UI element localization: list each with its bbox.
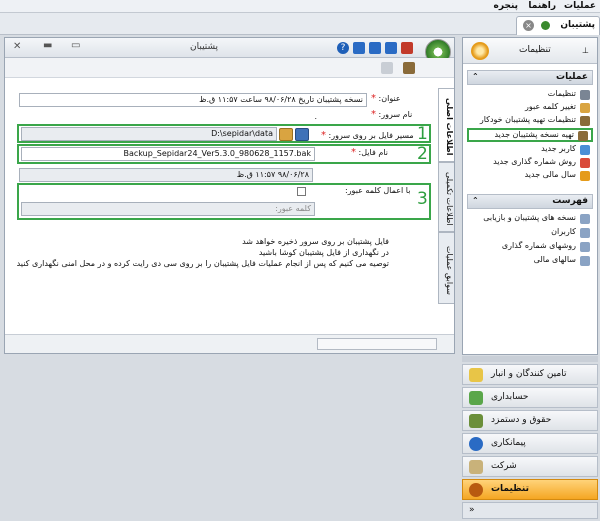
panel-item-new-user[interactable]: کاربر جدید [467, 144, 593, 156]
key-icon [580, 103, 590, 113]
nav-contracting[interactable]: پیمانکاری [462, 433, 598, 454]
user-icon [580, 145, 590, 155]
save-close-icon[interactable] [385, 42, 397, 54]
section-header-operations[interactable]: عملیات ⌃ [467, 70, 593, 85]
settings-gear-icon [469, 483, 483, 497]
help-icon[interactable]: ? [337, 42, 349, 54]
list-icon [580, 214, 590, 224]
settings-panel: ⊥ تنظیمات عملیات ⌃ تنظیمات تغییر کلمه عب… [462, 37, 598, 355]
server-input[interactable]: . [19, 110, 321, 124]
datetime-display: ۹۸/۰۶/۲۸ ۱۱:۵۷ ق.ظ [19, 168, 313, 182]
settings-gear-icon [471, 42, 489, 60]
settings-panel-title: تنظیمات [519, 45, 551, 55]
nav-accounting[interactable]: حسابداری [462, 387, 598, 408]
settings-panel-header: ⊥ تنظیمات [463, 38, 597, 64]
panel-item-settings[interactable]: تنظیمات [467, 89, 593, 101]
accounting-icon [469, 391, 483, 405]
close-tab-icon[interactable]: × [523, 20, 534, 31]
annotation-number-2: 2 [417, 144, 428, 164]
chevron-down-icon[interactable]: » [469, 505, 475, 515]
window-title: پشتیبان [190, 42, 219, 52]
backup-tool-icon[interactable] [403, 62, 415, 74]
window-titlebar: ✕ ▬ ▭ پشتیبان ? [5, 38, 454, 65]
close-window-icon[interactable]: ✕ [13, 41, 21, 52]
panel-item-new-fiscal-year[interactable]: سال مالی جدید [467, 170, 593, 182]
window-statusbar [5, 334, 454, 353]
nav-suppliers-inventory[interactable]: تامین کنندگان و انبار [462, 364, 598, 385]
nav-settings[interactable]: تنظیمات [462, 479, 598, 500]
list-icon [580, 256, 590, 266]
panel-item-backups-list[interactable]: نسخه های پشتیبان و بازیابی [467, 213, 593, 225]
tab-main-info[interactable]: اطلاعات اصلی [438, 88, 454, 162]
save-new-icon[interactable] [369, 42, 381, 54]
menu-bar: عملیات راهنما پنجره [0, 0, 600, 13]
note-line: در نگهداری از فایل پشتیبان کوشا باشید [258, 248, 389, 257]
server-label: نام سرور: * [371, 109, 413, 120]
list-icon [580, 242, 590, 252]
suppliers-icon [469, 368, 483, 382]
section-title-operations: عملیات [556, 72, 588, 82]
nav-overflow-bar: » [462, 502, 598, 519]
tools-icon [580, 90, 590, 100]
section-title-list: فهرست [552, 196, 588, 206]
annotation-box-3 [17, 183, 431, 220]
calendar-icon [580, 171, 590, 181]
title-label: عنوان: * [371, 93, 401, 104]
auto-backup-icon [580, 116, 590, 126]
contracting-icon [469, 437, 483, 451]
window-toolbar [5, 58, 454, 78]
menu-item-help[interactable]: راهنما [528, 1, 556, 11]
menu-item-window[interactable]: پنجره [494, 1, 518, 11]
save-icon[interactable] [353, 42, 365, 54]
document-tab-backup[interactable]: پشتیبان × [516, 16, 600, 35]
annotation-box-1 [17, 124, 431, 143]
panel-item-numbering-methods-list[interactable]: روشهای شماره گذاری [467, 241, 593, 253]
note-line: فایل پشتیبان بر روی سرور ذخیره خواهد شد [242, 237, 389, 246]
panel-item-auto-backup-settings[interactable]: تنظیمات تهیه پشتیبان خودکار [467, 115, 593, 127]
notes-block: فایل پشتیبان بر روی سرور ذخیره خواهد شد … [16, 236, 389, 269]
panel-item-new-backup[interactable]: تهیه نسخه پشتیبان جدید [467, 128, 593, 142]
nav-company[interactable]: شرکت [462, 456, 598, 477]
pin-icon[interactable]: ⊥ [582, 46, 589, 55]
numbering-icon [580, 158, 590, 168]
note-line: توصیه می کنیم که پس از انجام عملیات فایل… [16, 259, 389, 268]
tab-operation-history[interactable]: سوابق عملیات [438, 232, 454, 304]
menu-item-operations[interactable]: عملیات [564, 1, 596, 11]
annotation-number-3: 3 [417, 189, 428, 209]
minimize-window-icon[interactable]: ▬ [43, 40, 52, 51]
status-field [317, 338, 437, 350]
restore-window-icon[interactable]: ▭ [71, 40, 80, 51]
section-header-list[interactable]: فهرست ⌃ [467, 194, 593, 209]
backup-icon [578, 131, 588, 141]
annotation-box-2 [17, 144, 431, 164]
list-icon [580, 228, 590, 238]
document-tab-strip: پشتیبان × [0, 13, 600, 35]
backup-window: ✕ ▬ ▭ پشتیبان ? نسخه پشتیبان تاریخ ۹۸/۰۶… [4, 37, 455, 354]
collapse-icon[interactable]: ⌃ [472, 72, 479, 81]
company-icon [469, 460, 483, 474]
collapse-icon[interactable]: ⌃ [472, 196, 479, 205]
panel-item-users-list[interactable]: کاربران [467, 227, 593, 239]
panel-splitter[interactable] [462, 356, 598, 362]
refresh-icon[interactable] [381, 62, 393, 74]
annotation-number-1: 1 [417, 124, 428, 144]
title-input[interactable]: نسخه پشتیبان تاریخ ۹۸/۰۶/۲۸ ساعت ۱۱:۵۷ ق… [19, 93, 367, 107]
panel-item-new-numbering-method[interactable]: روش شماره گذاری جدید [467, 157, 593, 169]
panel-item-change-password[interactable]: تغییر کلمه عبور [467, 102, 593, 114]
delete-icon[interactable] [401, 42, 413, 54]
backup-icon [541, 21, 550, 30]
payroll-icon [469, 414, 483, 428]
tab-additional-info[interactable]: اطلاعات تکمیلی [438, 162, 454, 232]
panel-item-fiscal-years-list[interactable]: سالهای مالی [467, 255, 593, 267]
document-tab-label: پشتیبان [560, 20, 595, 30]
nav-payroll[interactable]: حقوق و دستمزد [462, 410, 598, 431]
